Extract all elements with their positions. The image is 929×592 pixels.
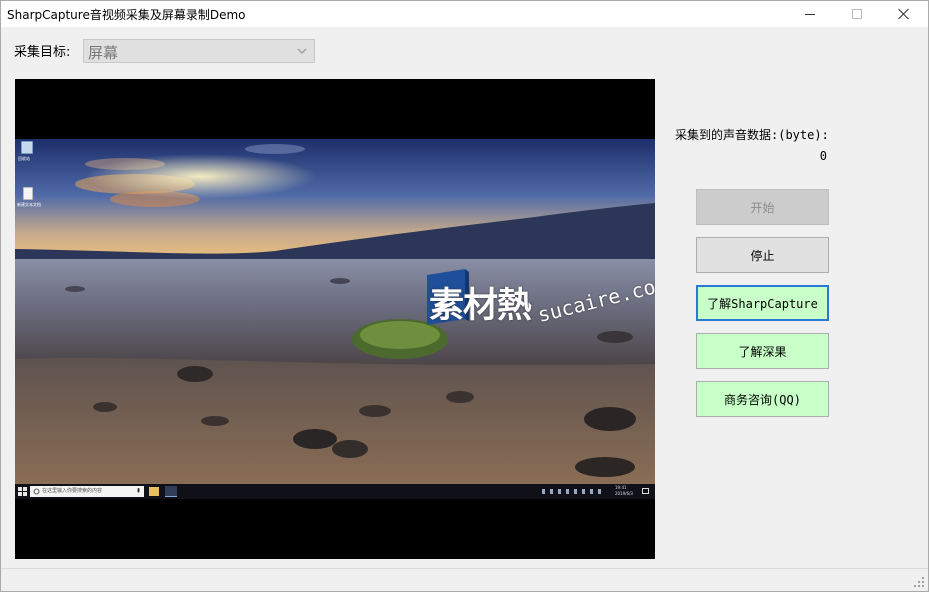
resize-grip-icon[interactable]	[914, 577, 925, 588]
taskbar-clock: 19:41 2019/6/3	[615, 485, 633, 496]
microphone-icon	[137, 488, 140, 493]
title-bar[interactable]: SharpCapture音视频采集及屏幕录制Demo	[1, 1, 928, 27]
learn-sharpcapture-button[interactable]: 了解SharpCapture	[696, 285, 829, 321]
minimize-button[interactable]	[787, 1, 833, 27]
stop-button[interactable]: 停止	[696, 237, 829, 273]
capture-target-value: 屏幕	[88, 44, 119, 62]
desktop-icon-label: 新建文本文档	[17, 202, 41, 207]
start-button[interactable]: 开始	[696, 189, 829, 225]
windows-start-icon[interactable]	[18, 487, 27, 496]
chevron-down-icon	[297, 48, 307, 54]
taskbar-search-box[interactable]: 在这里输入你要搜索的内容	[30, 486, 144, 497]
audio-data-label: 采集到的声音数据:(byte):	[675, 128, 829, 142]
system-tray-icons	[542, 489, 606, 494]
business-qq-button[interactable]: 商务咨询(QQ)	[696, 381, 829, 417]
text-file-icon[interactable]	[23, 187, 33, 200]
taskbar: 在这里输入你要搜索的内容 19:41 2019/6/3	[15, 484, 655, 499]
screen-preview: 回收站 新建文本文档 在这里输入你要搜索的内容 19:41 2019/6/3 素…	[15, 79, 655, 559]
watermark: 素材熱 sucaire.com	[427, 269, 655, 339]
desktop-icon-label: 回收站	[18, 156, 30, 161]
capture-target-select[interactable]: 屏幕	[83, 39, 315, 63]
taskbar-search-placeholder: 在这里输入你要搜索的内容	[42, 488, 103, 494]
maximize-icon	[852, 9, 862, 19]
watermark-chinese-text: 素材熱	[429, 286, 532, 326]
window-title: SharpCapture音视频采集及屏幕录制Demo	[7, 8, 246, 22]
app-window: SharpCapture音视频采集及屏幕录制Demo 采集目标: 屏幕 回收站 …	[0, 0, 929, 592]
learn-shenguo-button[interactable]: 了解深果	[696, 333, 829, 369]
recycle-bin-icon[interactable]	[21, 141, 33, 154]
file-explorer-icon[interactable]	[149, 487, 159, 496]
minimize-icon	[805, 13, 815, 15]
capture-target-label: 采集目标:	[14, 45, 71, 60]
maximize-button[interactable]	[834, 1, 880, 27]
audio-data-value: 0	[819, 149, 827, 163]
search-icon	[33, 488, 40, 495]
close-icon	[898, 8, 910, 20]
app-taskbar-icon[interactable]	[165, 486, 177, 497]
status-bar	[1, 568, 928, 591]
close-button[interactable]	[881, 1, 927, 27]
notification-icon[interactable]	[642, 488, 649, 494]
watermark-url-text: sucaire.com	[535, 271, 655, 327]
